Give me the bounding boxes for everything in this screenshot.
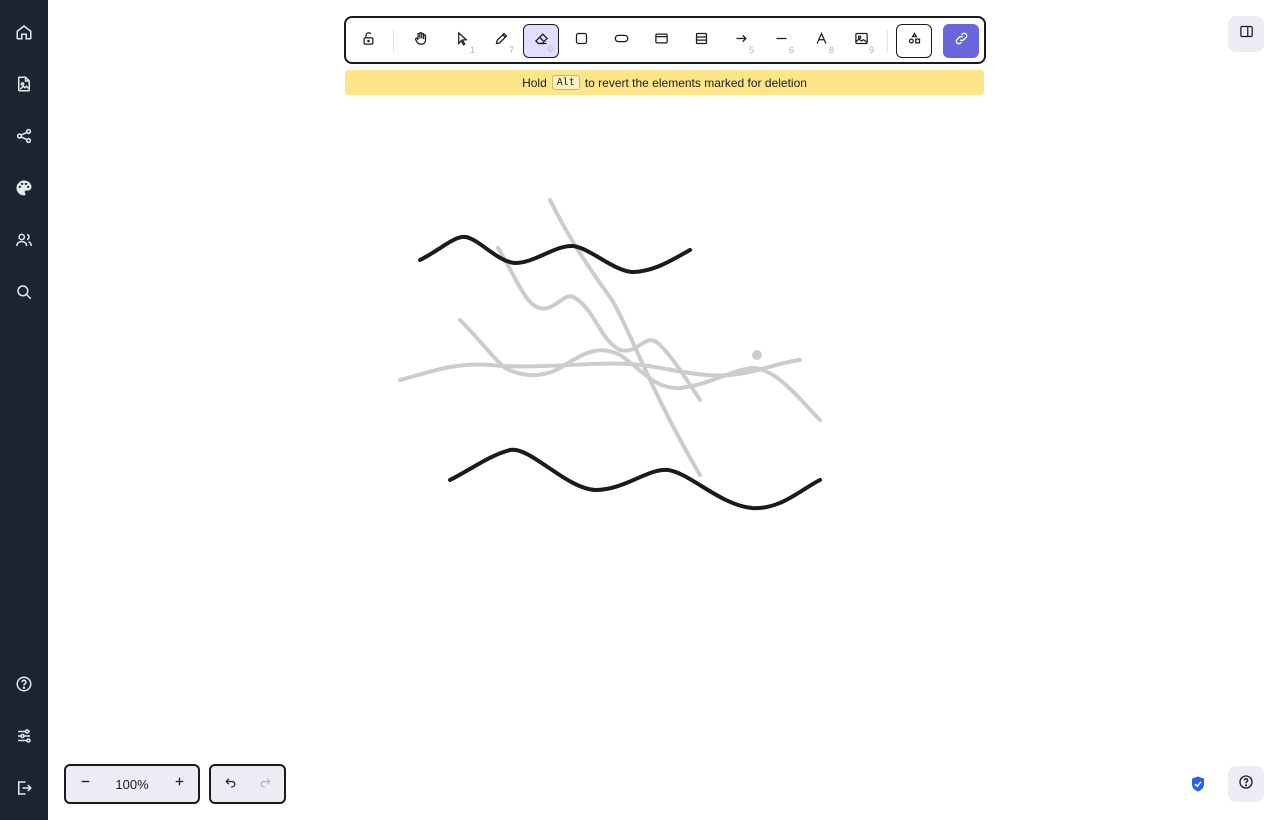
tool-image[interactable]: 9	[843, 24, 879, 58]
shapes-icon	[907, 31, 922, 51]
tool-lock[interactable]	[350, 24, 386, 58]
tool-table[interactable]	[683, 24, 719, 58]
tool-rectangle[interactable]	[563, 24, 599, 58]
toolbar-separator	[887, 30, 888, 52]
image-icon	[854, 31, 869, 51]
shortcut-key: 5	[748, 45, 754, 55]
tool-frame[interactable]	[643, 24, 679, 58]
tool-hand[interactable]	[402, 24, 438, 58]
tool-arrow[interactable]: 5	[723, 24, 759, 58]
share-link-button[interactable]	[943, 24, 979, 58]
hint-text-before: Hold	[522, 75, 547, 90]
help-circle-icon[interactable]	[8, 668, 40, 700]
eraser-icon	[534, 31, 549, 51]
tool-draw[interactable]: 7	[483, 24, 519, 58]
sliders-icon[interactable]	[8, 720, 40, 752]
unlock-icon	[361, 31, 376, 51]
pencil-icon	[494, 31, 509, 51]
square-icon	[574, 31, 589, 51]
share-network-icon[interactable]	[8, 120, 40, 152]
tool-selection[interactable]: 1	[444, 24, 480, 58]
hand-icon	[413, 31, 428, 51]
table-icon	[694, 31, 709, 51]
users-icon[interactable]	[8, 224, 40, 256]
minus-icon	[79, 775, 92, 793]
stroke-freedraw	[418, 234, 692, 274]
shortcut-key: 1	[469, 45, 475, 55]
shortcut-key: 0	[547, 44, 553, 54]
sidebar-panel-icon	[1239, 24, 1254, 44]
main-toolbar: 1 7 0 5 6 8 9	[344, 16, 986, 64]
hint-key: Alt	[551, 75, 580, 90]
redo-icon	[259, 775, 272, 793]
zoom-out-button[interactable]	[68, 768, 102, 800]
stroke-freedraw	[448, 447, 822, 511]
canvas-drawing[interactable]	[0, 0, 1280, 820]
stroke-marked-dot	[752, 350, 762, 360]
hint-text-after: to revert the elements marked for deleti…	[584, 75, 807, 90]
text-icon	[814, 31, 829, 51]
eraser-hint-banner: Hold Alt to revert the elements marked f…	[345, 70, 984, 95]
app-sidebar	[0, 0, 48, 820]
tool-rounded[interactable]	[603, 24, 639, 58]
stroke-marked	[496, 246, 702, 402]
tool-shapes-library[interactable]	[896, 24, 932, 58]
window-icon	[654, 31, 669, 51]
plus-icon	[173, 775, 186, 793]
palette-icon[interactable]	[8, 172, 40, 204]
line-icon	[774, 31, 789, 51]
image-file-icon[interactable]	[8, 68, 40, 100]
logout-icon[interactable]	[8, 772, 40, 804]
search-icon[interactable]	[8, 276, 40, 308]
shortcut-key: 7	[508, 45, 514, 55]
link-icon	[954, 31, 969, 51]
pill-icon	[614, 31, 629, 51]
help-icon	[1238, 774, 1254, 795]
arrow-right-icon	[734, 31, 749, 51]
undo-icon	[224, 775, 237, 793]
shortcut-key: 8	[828, 45, 834, 55]
zoom-level[interactable]: 100%	[110, 768, 154, 800]
tool-text[interactable]: 8	[803, 24, 839, 58]
stroke-marked	[548, 198, 702, 477]
stroke-marked	[398, 358, 802, 382]
help-button[interactable]	[1228, 766, 1264, 802]
stroke-marked	[458, 318, 822, 422]
encryption-shield-icon[interactable]	[1186, 772, 1210, 796]
toolbar-separator	[393, 30, 394, 52]
toggle-sidebar-button[interactable]	[1228, 16, 1264, 52]
home-icon[interactable]	[8, 16, 40, 48]
redo-button[interactable]	[248, 768, 282, 800]
tool-line[interactable]: 6	[763, 24, 799, 58]
tool-eraser[interactable]: 0	[523, 24, 559, 58]
shortcut-key: 9	[868, 45, 874, 55]
zoom-in-button[interactable]	[162, 768, 196, 800]
shortcut-key: 6	[788, 45, 794, 55]
undo-button[interactable]	[213, 768, 247, 800]
zoom-controls: 100%	[64, 764, 200, 804]
pointer-icon	[455, 31, 470, 51]
history-controls	[209, 764, 286, 804]
